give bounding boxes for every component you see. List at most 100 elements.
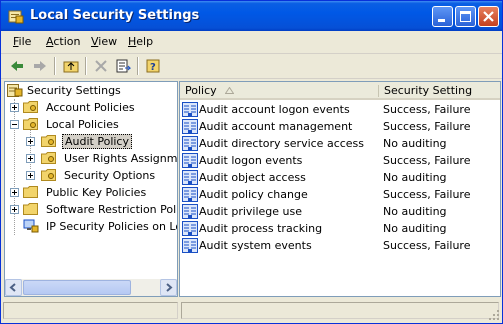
policy-name: Audit account logon events [199, 103, 350, 116]
menu-view[interactable]: View [91, 35, 117, 48]
expand-icon[interactable] [10, 205, 19, 214]
security-setting-value: Success, Failure [383, 154, 471, 167]
console-tree[interactable]: Security Settings Account Policies Local… [4, 81, 178, 297]
tree-item-label: User Rights Assignment [64, 152, 178, 165]
menu-help[interactable]: Help [128, 35, 153, 48]
tree-item-label: Audit Policy [62, 134, 132, 149]
delete-button[interactable] [90, 56, 112, 76]
policy-name: Audit directory service access [199, 137, 365, 150]
expand-icon[interactable] [26, 154, 35, 163]
list-item[interactable]: Audit object access No auditing [180, 169, 498, 186]
scroll-thumb[interactable] [23, 280, 131, 295]
list-item[interactable]: Audit privilege use No auditing [180, 203, 498, 220]
status-bar [1, 299, 502, 323]
expand-icon[interactable] [10, 103, 19, 112]
tree-item-ip-security-policies[interactable]: IP Security Policies on Local Computer [5, 218, 177, 235]
audit-policy-icon [182, 204, 198, 219]
folder-key-icon [23, 100, 39, 114]
audit-policy-icon [182, 187, 198, 202]
delete-icon [95, 60, 107, 72]
menu-file[interactable]: File [13, 35, 31, 48]
export-list-icon [116, 59, 131, 73]
audit-policy-icon [182, 238, 198, 253]
audit-policy-icon [182, 153, 198, 168]
status-panel [181, 302, 499, 319]
close-button[interactable] [478, 6, 499, 27]
up-one-level-button[interactable] [60, 56, 82, 76]
tree-item-user-rights-assignment[interactable]: User Rights Assignment [5, 150, 178, 167]
expand-icon[interactable] [26, 137, 35, 146]
minimize-button[interactable] [432, 6, 453, 27]
security-setting-value: Success, Failure [383, 239, 471, 252]
scroll-left-icon [9, 283, 16, 292]
back-button[interactable] [6, 56, 28, 76]
tree-item-local-policies[interactable]: Local Policies [5, 116, 175, 133]
list-item[interactable]: Audit account management Success, Failure [180, 118, 498, 135]
folder-key-icon [41, 134, 57, 148]
tree-item-label: IP Security Policies on Local Computer [46, 220, 177, 233]
list-item[interactable]: Audit process tracking No auditing [180, 220, 498, 237]
folder-icon [23, 202, 39, 216]
tree-item-security-settings[interactable]: Security Settings [7, 82, 175, 99]
security-setting-value: No auditing [383, 222, 447, 235]
details-list[interactable]: Policy Security Setting Audit account lo… [179, 81, 501, 297]
window-title: Local Security Settings [30, 8, 200, 23]
menu-action[interactable]: Action [46, 35, 80, 48]
collapse-icon[interactable] [10, 120, 19, 129]
title-bar[interactable]: Local Security Settings [1, 1, 502, 31]
toolbar: ? [1, 54, 502, 79]
tree-item-label: Software Restriction Policies [46, 203, 178, 216]
list-item[interactable]: Audit system events Success, Failure [180, 237, 498, 254]
column-header-label: Security Setting [384, 84, 473, 97]
menu-file-rest: ile [18, 35, 32, 48]
policy-name: Audit privilege use [199, 205, 303, 218]
list-item[interactable]: Audit account logon events Success, Failu… [180, 101, 498, 118]
security-settings-icon [8, 8, 24, 24]
folder-icon [23, 185, 39, 199]
column-header-security-setting[interactable]: Security Setting [379, 82, 500, 100]
sort-ascending-icon [225, 87, 234, 94]
menu-view-rest: iew [98, 35, 118, 48]
forward-button[interactable] [29, 56, 51, 76]
menu-action-rest: ction [53, 35, 81, 48]
tree-item-public-key-policies[interactable]: Public Key Policies [5, 184, 175, 201]
ip-security-icon [23, 219, 39, 233]
main-window: Local Security Settings File Action View… [0, 0, 503, 324]
security-settings-icon [7, 83, 23, 97]
export-list-button[interactable] [112, 56, 134, 76]
list-item[interactable]: Audit policy change Success, Failure [180, 186, 498, 203]
maximize-button[interactable] [455, 6, 476, 27]
list-item[interactable]: Audit directory service access No auditin… [180, 135, 498, 152]
tree-horizontal-scrollbar[interactable] [5, 279, 177, 296]
status-panel [3, 302, 178, 319]
expand-icon[interactable] [10, 188, 19, 197]
security-setting-value: Success, Failure [383, 120, 471, 133]
menu-bar: File Action View Help [1, 31, 502, 54]
folder-key-icon [41, 151, 57, 165]
scroll-right-button[interactable] [160, 279, 177, 296]
policy-name: Audit logon events [199, 154, 303, 167]
forward-icon [34, 61, 46, 71]
scroll-right-icon [166, 283, 173, 292]
security-setting-value: No auditing [383, 137, 447, 150]
back-icon [11, 61, 23, 71]
tree-item-software-restriction-policies[interactable]: Software Restriction Policies [5, 201, 178, 218]
audit-policy-icon [182, 119, 198, 134]
help-icon: ? [146, 59, 160, 73]
tree-item-label: Account Policies [46, 101, 135, 114]
toolbar-separator [137, 57, 139, 75]
resize-grip-icon [489, 310, 499, 320]
toolbar-separator [85, 57, 87, 75]
expand-icon[interactable] [26, 171, 35, 180]
column-header-policy[interactable]: Policy [180, 82, 379, 100]
help-button[interactable]: ? [143, 56, 165, 76]
list-item[interactable]: Audit logon events Success, Failure [180, 152, 498, 169]
audit-policy-icon [182, 221, 198, 236]
tree-item-label: Local Policies [46, 118, 119, 131]
toolbar-separator [54, 57, 56, 75]
scroll-left-button[interactable] [5, 279, 22, 296]
tree-item-security-options[interactable]: Security Options [5, 167, 175, 184]
tree-item-audit-policy[interactable]: Audit Policy [5, 133, 175, 150]
tree-item-label: Public Key Policies [46, 186, 147, 199]
tree-item-account-policies[interactable]: Account Policies [5, 99, 175, 116]
